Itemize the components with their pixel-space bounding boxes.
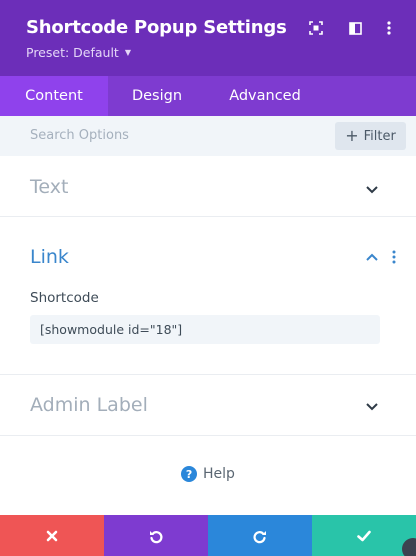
check-icon [357, 530, 371, 541]
undo-icon [150, 530, 163, 543]
help-icon: ? [181, 466, 198, 482]
floating-action-badge[interactable] [402, 538, 416, 556]
section-text[interactable]: Text [0, 156, 416, 217]
tab-design[interactable]: Design [108, 76, 206, 116]
save-button[interactable] [312, 515, 416, 556]
undo-button[interactable] [104, 515, 208, 556]
tab-content[interactable]: Content [0, 76, 108, 116]
section-text-title: Text [30, 176, 69, 198]
close-icon [46, 530, 58, 541]
chevron-up-icon[interactable] [365, 252, 379, 262]
action-bar [0, 515, 416, 556]
search-input[interactable]: Search Options [30, 128, 129, 143]
redo-icon [253, 530, 266, 543]
section-link-title[interactable]: Link [30, 246, 69, 268]
section-options-icon[interactable] [392, 250, 396, 264]
chevron-down-icon[interactable] [365, 184, 379, 194]
preset-selector[interactable]: Preset: Default ▼ [26, 45, 131, 60]
modal-title: Shortcode Popup Settings [26, 17, 287, 38]
more-options-icon[interactable] [380, 19, 398, 37]
cancel-button[interactable] [0, 515, 104, 556]
split-view-icon[interactable] [346, 19, 364, 37]
tab-bar: Content Design Advanced [0, 76, 416, 116]
tab-advanced[interactable]: Advanced [206, 76, 324, 116]
filter-button[interactable]: + Filter [335, 122, 406, 150]
chevron-down-icon[interactable] [365, 401, 379, 411]
preset-label: Preset: Default [26, 45, 119, 60]
settings-header: Shortcode Popup Settings Preset: Default… [0, 0, 416, 76]
section-admin-label[interactable]: Admin Label [0, 375, 416, 436]
redo-button[interactable] [208, 515, 312, 556]
help-label: Help [203, 466, 235, 482]
help-link[interactable]: ? Help [0, 466, 416, 482]
plus-icon: + [345, 125, 359, 145]
shortcode-input[interactable]: [showmodule id="18"] [30, 315, 380, 344]
caret-down-icon: ▼ [124, 48, 131, 57]
shortcode-label: Shortcode [30, 290, 99, 306]
filter-label: Filter [363, 128, 396, 144]
section-admin-label-title: Admin Label [30, 394, 148, 416]
fullscreen-icon[interactable] [307, 19, 325, 37]
